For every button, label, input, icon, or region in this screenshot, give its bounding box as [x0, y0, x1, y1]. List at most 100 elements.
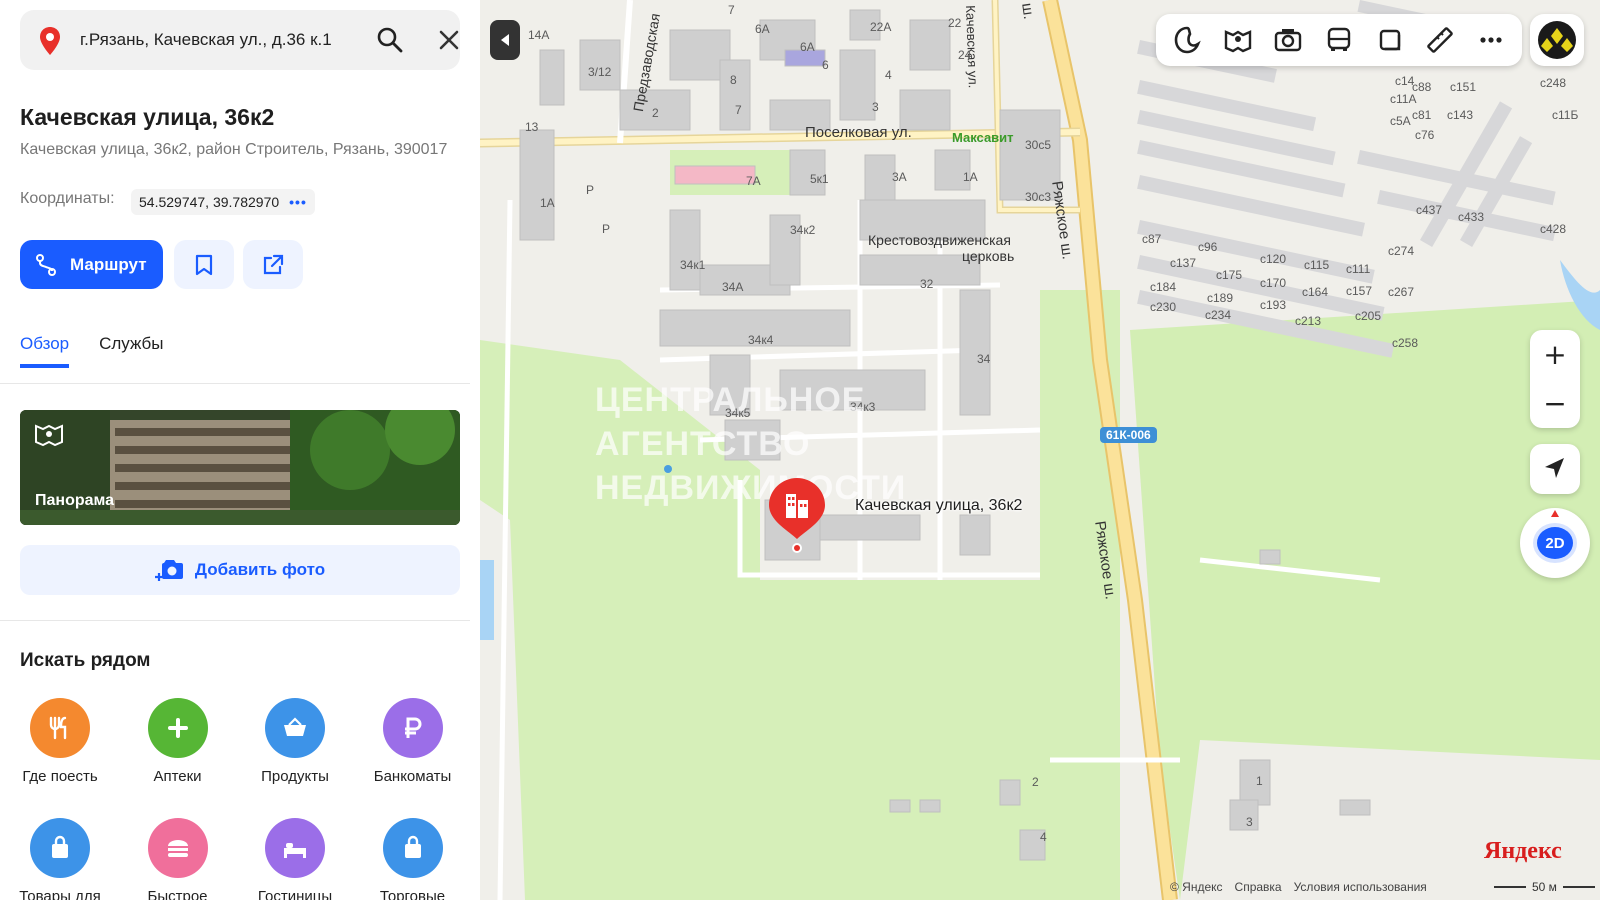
- nearby-category[interactable]: Торговые: [353, 818, 473, 900]
- map-label: 13: [525, 120, 539, 134]
- route-icon: [36, 254, 56, 276]
- map-label: с151: [1450, 80, 1477, 94]
- help-link[interactable]: Справка: [1235, 880, 1282, 894]
- map-label: с76: [1415, 128, 1435, 142]
- nearby-category[interactable]: Гостиницы: [235, 818, 355, 900]
- nearby-category[interactable]: Быстрое: [118, 818, 238, 900]
- map-label: 4: [885, 68, 892, 82]
- add-photo-button[interactable]: Добавить фото: [20, 545, 460, 595]
- map-label: 5к1: [810, 172, 829, 186]
- share-icon: [263, 254, 284, 274]
- tab-overview[interactable]: Обзор: [20, 334, 70, 368]
- location-pin-icon: [40, 27, 60, 55]
- zoom-in-button[interactable]: +: [1530, 330, 1580, 379]
- map-label: с428: [1540, 222, 1567, 236]
- category-label: Гостиницы: [257, 888, 333, 900]
- category-icon-circle: [30, 698, 90, 758]
- place-marker[interactable]: [767, 476, 827, 556]
- coords-more-icon[interactable]: •••: [289, 194, 307, 210]
- map-label: Качевская ул.: [963, 5, 981, 89]
- map-label: 30с3: [1025, 190, 1052, 204]
- mode-2d-label: 2D: [1533, 523, 1577, 563]
- nearby-category[interactable]: Аптеки: [118, 698, 238, 785]
- category-label: Продукты: [261, 768, 329, 785]
- bus-icon: [1327, 27, 1351, 51]
- yandex-logo: Яндекс: [1484, 838, 1562, 864]
- map-label: Максавит: [952, 130, 1014, 145]
- map-canvas[interactable]: Поселковая ул. Ряжское ш. Ряжское ш. Предза…: [480, 0, 1600, 900]
- map-label: 30с5: [1025, 138, 1052, 152]
- map-label: 6: [822, 58, 829, 72]
- map-label: 1А: [963, 170, 978, 184]
- category-icon-circle: [382, 698, 443, 758]
- scale-bar: [1562, 886, 1595, 888]
- nearby-category[interactable]: Где поесть: [0, 698, 120, 785]
- map-label: с258: [1392, 336, 1419, 350]
- bed-icon: [284, 843, 306, 858]
- zoom-out-button[interactable]: −: [1530, 379, 1580, 428]
- category-icon-circle: [30, 818, 90, 878]
- basket-icon: [284, 717, 306, 736]
- map-label: 24: [958, 48, 972, 62]
- map-mode-button[interactable]: [1171, 24, 1203, 56]
- map-layers-toolbar: [1156, 14, 1522, 66]
- route-button[interactable]: Маршрут: [20, 240, 163, 289]
- tab-services[interactable]: Службы: [99, 334, 163, 368]
- nearby-category[interactable]: Банкоматы: [353, 698, 473, 785]
- my-location-button[interactable]: [1530, 444, 1580, 494]
- map-label: 14А: [528, 28, 550, 42]
- category-icon-circle: [147, 818, 208, 878]
- share-button[interactable]: [243, 240, 303, 289]
- more-tools-button[interactable]: [1475, 24, 1507, 56]
- map-label: 3: [872, 100, 879, 114]
- close-icon: [439, 30, 459, 50]
- panorama-map-icon: [1224, 30, 1252, 53]
- divider: [0, 383, 470, 384]
- more-icon: [1480, 37, 1502, 43]
- ruble-icon: [404, 717, 421, 738]
- collapse-panel-button[interactable]: [490, 20, 520, 60]
- map-label: с248: [1540, 76, 1567, 90]
- map-label: 3/12: [588, 65, 612, 79]
- transport-layer-button[interactable]: [1323, 24, 1355, 56]
- map-label: с96: [1198, 240, 1218, 254]
- clear-search-button[interactable]: [436, 27, 462, 53]
- panorama-preview[interactable]: Панорама: [20, 410, 460, 525]
- category-icon-circle: [265, 818, 325, 878]
- map-label: с115: [1304, 258, 1330, 272]
- nearby-title: Искать рядом: [20, 650, 151, 671]
- street-label: церковь: [962, 248, 1015, 264]
- photo-layer-button[interactable]: [1272, 24, 1304, 56]
- map-label: 2: [652, 106, 659, 120]
- map-label: 2: [1032, 775, 1039, 789]
- search-button[interactable]: [376, 26, 404, 54]
- marker-label: Качевская улица, 36к2: [855, 497, 1023, 514]
- map-scale: 50 м: [1494, 880, 1595, 894]
- map-label: 3: [1246, 815, 1253, 829]
- map-label: с437: [1416, 203, 1443, 217]
- profile-logo-icon: [1538, 20, 1576, 59]
- road-number-badge: 61К-006: [1100, 427, 1157, 443]
- map-label: с81: [1412, 108, 1432, 122]
- map-mode-2d-button[interactable]: 2D: [1520, 508, 1590, 578]
- nearby-category[interactable]: Продукты: [235, 698, 355, 785]
- terms-link[interactable]: Условия использования: [1294, 880, 1427, 894]
- traffic-layer-button[interactable]: [1374, 24, 1406, 56]
- map-label: с137: [1170, 256, 1197, 270]
- square-layer-icon: [1379, 29, 1400, 51]
- category-label: Где поесть: [22, 768, 98, 785]
- map-label: с5А: [1390, 114, 1411, 128]
- nearby-category[interactable]: Товары для: [0, 818, 120, 900]
- map-label: с193: [1260, 298, 1287, 312]
- search-input[interactable]: [80, 27, 380, 53]
- category-icon-circle: [265, 698, 325, 758]
- panorama-layer-button[interactable]: [1222, 24, 1254, 56]
- profile-button[interactable]: [1530, 14, 1584, 66]
- map-label: 34к2: [790, 223, 816, 237]
- coords-chip[interactable]: 54.529747, 39.782970 •••: [131, 189, 315, 215]
- bookmark-button[interactable]: [174, 240, 234, 289]
- coords-label: Координаты:: [20, 190, 115, 207]
- map-label: Р: [602, 222, 611, 236]
- map-label: 34А: [722, 280, 744, 294]
- ruler-button[interactable]: [1424, 24, 1456, 56]
